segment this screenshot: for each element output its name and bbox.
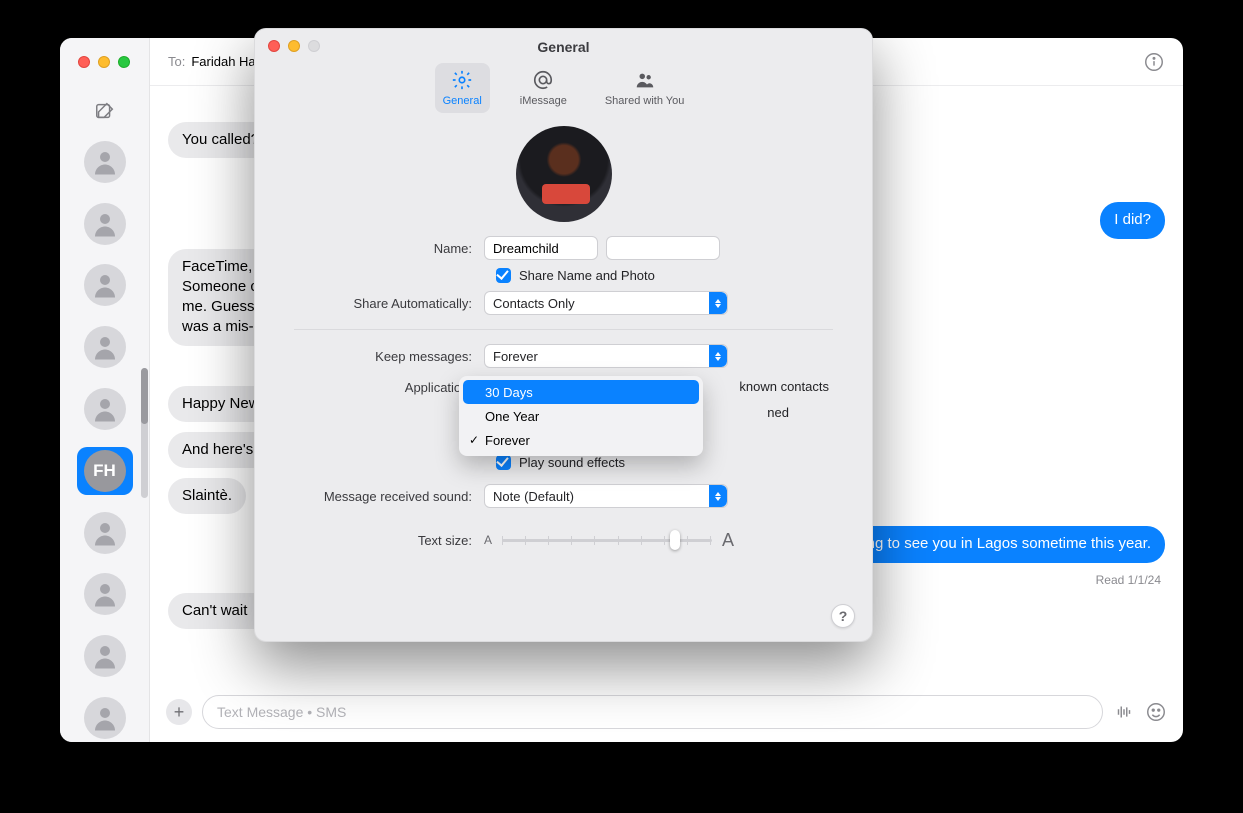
to-label: To: xyxy=(168,54,185,69)
apps-button[interactable]: + xyxy=(166,699,192,725)
sidebar: FH xyxy=(60,38,150,742)
last-name-input[interactable] xyxy=(606,236,720,260)
window-minimize-button[interactable] xyxy=(98,56,110,68)
gear-icon xyxy=(451,69,473,91)
check-icon: ✓ xyxy=(469,433,479,447)
text-size-label: Text size: xyxy=(294,533,484,548)
conversation-item[interactable] xyxy=(77,323,133,371)
menu-item-30-days[interactable]: 30 Days xyxy=(463,380,699,404)
preferences-traffic-lights xyxy=(268,40,320,52)
share-automatically-popup[interactable]: Contacts Only xyxy=(484,291,728,315)
conversation-item[interactable] xyxy=(77,509,133,557)
conversation-item[interactable] xyxy=(77,262,133,310)
window-close-button[interactable] xyxy=(78,56,90,68)
text-size-slider[interactable] xyxy=(502,528,712,552)
composer: + xyxy=(150,682,1183,742)
application-line-2: ned xyxy=(767,405,789,420)
keep-messages-menu: 30 Days One Year ✓Forever xyxy=(459,376,703,456)
preferences-header: General General iMessage Shared with You xyxy=(254,28,873,116)
text-size-large-icon: A xyxy=(722,530,734,551)
received-sound-label: Message received sound: xyxy=(294,489,484,504)
keep-messages-label: Keep messages: xyxy=(294,349,484,364)
preferences-title: General xyxy=(537,39,589,55)
play-sound-effects-checkbox[interactable]: Play sound effects xyxy=(496,455,833,470)
popup-value: Contacts Only xyxy=(493,296,575,311)
tab-label: Shared with You xyxy=(605,95,685,107)
popup-value: Forever xyxy=(493,349,538,364)
tab-label: General xyxy=(443,95,482,107)
application-label: Application: xyxy=(294,380,484,395)
conversation-item[interactable] xyxy=(77,138,133,186)
text-size-small-icon: A xyxy=(484,533,492,547)
slider-thumb[interactable] xyxy=(670,530,680,550)
pref-close-button[interactable] xyxy=(268,40,280,52)
share-auto-label: Share Automatically: xyxy=(294,296,484,311)
avatar: FH xyxy=(84,450,126,492)
tab-general[interactable]: General xyxy=(435,63,490,113)
conversation-item[interactable] xyxy=(77,571,133,619)
chevron-updown-icon xyxy=(709,345,727,367)
conversation-item[interactable] xyxy=(77,385,133,433)
preferences-window: General General iMessage Shared with You… xyxy=(254,28,873,642)
application-line-1: known contacts xyxy=(739,379,829,394)
pref-minimize-button[interactable] xyxy=(288,40,300,52)
at-icon xyxy=(532,69,554,91)
popup-value: Note (Default) xyxy=(493,489,574,504)
message-in[interactable]: Slaintè. xyxy=(168,478,246,514)
conversation-item[interactable] xyxy=(77,632,133,680)
tab-imessage[interactable]: iMessage xyxy=(512,63,575,113)
message-out[interactable]: I did? xyxy=(1100,202,1165,238)
conversation-item[interactable] xyxy=(77,200,133,248)
first-name-input[interactable] xyxy=(484,236,598,260)
message-input[interactable] xyxy=(202,695,1103,729)
details-icon[interactable] xyxy=(1143,51,1165,73)
help-button[interactable]: ? xyxy=(831,604,855,628)
name-label: Name: xyxy=(294,241,484,256)
emoji-icon[interactable] xyxy=(1145,701,1167,723)
people-icon xyxy=(634,69,656,91)
sidebar-scrollbar[interactable] xyxy=(141,368,148,498)
checkbox-label: Share Name and Photo xyxy=(519,268,655,283)
chevron-updown-icon xyxy=(709,485,727,507)
received-sound-popup[interactable]: Note (Default) xyxy=(484,484,728,508)
profile-photo[interactable] xyxy=(516,126,612,222)
tab-label: iMessage xyxy=(520,95,567,107)
pref-fullscreen-button xyxy=(308,40,320,52)
conversation-item[interactable] xyxy=(77,694,133,742)
checkbox-checked-icon xyxy=(496,455,511,470)
conversation-list: FH xyxy=(60,138,149,742)
audio-message-icon[interactable] xyxy=(1113,701,1135,723)
window-traffic-lights xyxy=(78,56,130,68)
compose-icon[interactable] xyxy=(94,100,116,122)
divider xyxy=(294,329,833,330)
keep-messages-popup[interactable]: Forever xyxy=(484,344,728,368)
preferences-tabs: General iMessage Shared with You xyxy=(435,63,693,113)
window-fullscreen-button[interactable] xyxy=(118,56,130,68)
conversation-item-selected[interactable]: FH xyxy=(77,447,133,495)
menu-item-forever[interactable]: ✓Forever xyxy=(463,428,699,452)
tab-shared-with-you[interactable]: Shared with You xyxy=(597,63,693,113)
message-out[interactable]: Hoping to see you in Lagos sometime this… xyxy=(822,526,1165,562)
menu-item-one-year[interactable]: One Year xyxy=(463,404,699,428)
checkbox-label: Play sound effects xyxy=(519,455,625,470)
checkbox-checked-icon xyxy=(496,268,511,283)
share-name-photo-checkbox[interactable]: Share Name and Photo xyxy=(496,268,833,283)
chevron-updown-icon xyxy=(709,292,727,314)
preferences-body: Name: Share Name and Photo Share Automat… xyxy=(254,116,873,574)
